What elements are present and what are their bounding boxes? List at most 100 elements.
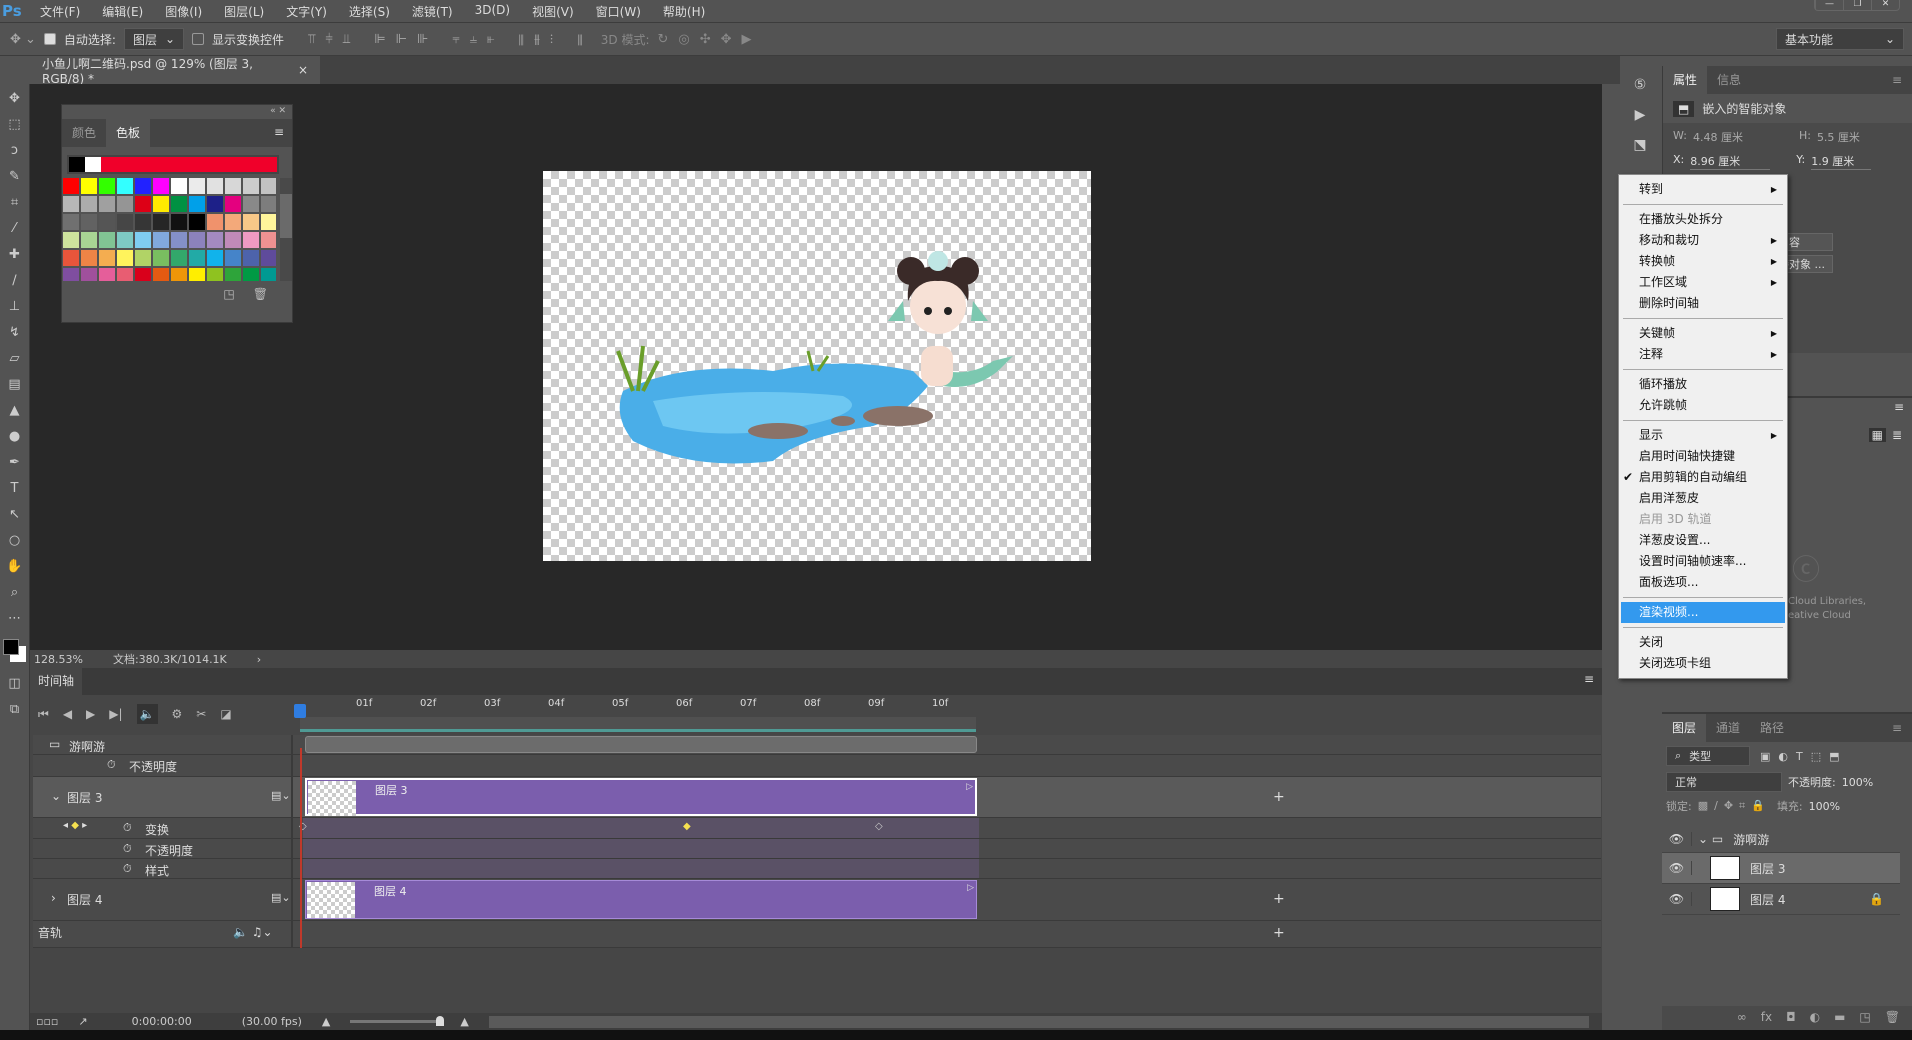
color-swatch[interactable]	[117, 268, 133, 281]
color-swatch[interactable]	[207, 232, 223, 248]
add-media-icon[interactable]: +	[1273, 891, 1285, 907]
color-swatch[interactable]	[153, 232, 169, 248]
stopwatch-icon[interactable]: ⏱	[123, 821, 132, 835]
color-swatch[interactable]	[225, 268, 241, 281]
color-swatch[interactable]	[117, 232, 133, 248]
eyedropper-icon[interactable]: ⁄	[13, 220, 15, 237]
context-menu-item[interactable]: 关闭	[1619, 632, 1787, 653]
x-field[interactable]: 8.96 厘米	[1690, 153, 1771, 170]
new-swatch-icon[interactable]: ◳	[223, 287, 234, 301]
context-menu-item[interactable]: 关键帧 ▶	[1619, 323, 1787, 344]
color-swatch[interactable]	[171, 232, 187, 248]
zoom-tool-icon[interactable]: ⌕	[11, 584, 18, 601]
color-swatch[interactable]	[171, 178, 187, 194]
color-swatch[interactable]	[153, 196, 169, 212]
color-swatch[interactable]	[153, 268, 169, 281]
timeline-scrollbar[interactable]	[488, 1015, 1589, 1028]
hand-tool-icon[interactable]: ✋	[6, 558, 22, 575]
context-menu-item[interactable]: 渲染视频...	[1621, 602, 1785, 623]
color-swatch[interactable]	[81, 196, 97, 212]
mask-icon[interactable]: ◘	[1786, 1010, 1796, 1026]
recent-swatch[interactable]	[117, 157, 133, 172]
color-swatch[interactable]	[171, 250, 187, 266]
recent-swatch[interactable]	[133, 157, 149, 172]
color-swatch[interactable]	[81, 268, 97, 281]
align-icons[interactable]: ⫪⫩⫫ ⊫⊩⊪ ⫧⫨⫦ ⫴⫵⫶ ⦀	[308, 32, 593, 47]
color-swatch[interactable]	[81, 214, 97, 230]
color-swatch[interactable]	[135, 250, 151, 266]
move-tool-icon[interactable]: ✥ ⌄	[10, 32, 36, 47]
color-swatch[interactable]	[153, 178, 169, 194]
clip-end-icon[interactable]: ▷	[966, 782, 973, 792]
minimize-button[interactable]: —	[1815, 0, 1843, 10]
color-swatch[interactable]	[99, 268, 115, 281]
color-swatch[interactable]	[243, 268, 259, 281]
healing-brush-icon[interactable]: ✚	[9, 246, 20, 263]
timeline-zoom-slider[interactable]	[350, 1016, 445, 1026]
marquee-tool-icon[interactable]: ⬚	[8, 116, 20, 133]
adjustment-icon[interactable]: ◐	[1810, 1010, 1820, 1026]
document-tab[interactable]: 小鱼儿啊二维码.psd @ 129% (图层 3, RGB/8) * ×	[30, 56, 320, 86]
zoom-in-icon[interactable]: ▲	[460, 1015, 468, 1028]
menu-item[interactable]: 滤镜(T)	[412, 3, 453, 20]
context-menu-item[interactable]: 注释 ▶	[1619, 344, 1787, 365]
color-swatch[interactable]	[189, 196, 205, 212]
y-field[interactable]: 1.9 厘米	[1811, 153, 1872, 170]
color-swatch[interactable]	[99, 196, 115, 212]
layer4-clip[interactable]: 图层 4 ▷	[305, 880, 977, 919]
visibility-eye-icon[interactable]: 👁	[1662, 832, 1692, 846]
delete-swatch-icon[interactable]: 🗑	[253, 287, 268, 301]
color-swatch[interactable]	[189, 232, 205, 248]
add-audio-icon[interactable]: +	[1273, 925, 1285, 941]
workspace-dropdown[interactable]: 基本功能 ⌄	[1776, 28, 1904, 50]
menu-item[interactable]: 图像(I)	[165, 3, 202, 20]
context-menu-item[interactable]: 移动和裁切 ▶	[1619, 230, 1787, 251]
audio-track-icons[interactable]: 🔈 ♫⌄	[233, 925, 273, 939]
properties-icon[interactable]: ⬔	[1622, 130, 1658, 160]
color-swatch[interactable]	[99, 178, 115, 194]
context-menu-item[interactable]: 洋葱皮设置...	[1619, 530, 1787, 551]
recent-swatch[interactable]	[149, 157, 165, 172]
stopwatch-icon[interactable]: ⏱	[123, 842, 132, 856]
color-swatch[interactable]	[261, 250, 277, 266]
work-area-bar[interactable]	[300, 717, 976, 732]
link-icon[interactable]: ∞	[1737, 1010, 1747, 1026]
tab-channels[interactable]: 通道	[1706, 714, 1750, 742]
color-swatch[interactable]	[225, 178, 241, 194]
color-swatch[interactable]	[81, 178, 97, 194]
tab-properties[interactable]: 属性	[1663, 66, 1708, 94]
color-swatch[interactable]	[135, 196, 151, 212]
menu-item[interactable]: 图层(L)	[224, 3, 264, 20]
auto-select-checkbox[interactable]	[43, 33, 56, 45]
color-swatch[interactable]	[243, 250, 259, 266]
grid-view-icon[interactable]: ▦	[1868, 428, 1886, 442]
close-tab-icon[interactable]: ×	[298, 63, 308, 77]
recent-swatch[interactable]	[181, 157, 197, 172]
width-field[interactable]: 4.48 厘米	[1693, 129, 1773, 145]
panel-collapse-icon[interactable]: « ✕	[270, 106, 286, 116]
quick-select-icon[interactable]: ✎	[9, 168, 20, 185]
color-swatch[interactable]	[81, 250, 97, 266]
color-swatch[interactable]	[225, 232, 241, 248]
color-swatch[interactable]	[117, 250, 133, 266]
close-window-button[interactable]: ✕	[1871, 0, 1899, 10]
brush-tool-icon[interactable]: ∕	[12, 272, 16, 289]
type-tool-icon[interactable]: T	[11, 480, 19, 497]
recent-swatch[interactable]	[85, 157, 101, 172]
menu-item[interactable]: 选择(S)	[349, 3, 390, 20]
recent-swatch[interactable]	[69, 157, 85, 172]
restore-button[interactable]: ❐	[1843, 0, 1871, 10]
color-swatch[interactable]	[225, 214, 241, 230]
color-swatch[interactable]	[63, 178, 79, 194]
color-swatch[interactable]	[225, 196, 241, 212]
context-menu-item[interactable]: 删除时间轴	[1619, 293, 1787, 314]
canvas-image[interactable]	[543, 171, 1091, 561]
color-swatches[interactable]	[2, 636, 28, 666]
layer3-clip[interactable]: 图层 3 ▷	[305, 778, 977, 816]
recent-swatch[interactable]	[229, 157, 245, 172]
delete-layer-icon[interactable]: 🗑	[1885, 1010, 1900, 1026]
crop-tool-icon[interactable]: ⌗	[11, 194, 18, 211]
recent-swatch[interactable]	[213, 157, 229, 172]
color-swatch[interactable]	[261, 178, 277, 194]
tab-paths[interactable]: 路径	[1750, 714, 1794, 742]
